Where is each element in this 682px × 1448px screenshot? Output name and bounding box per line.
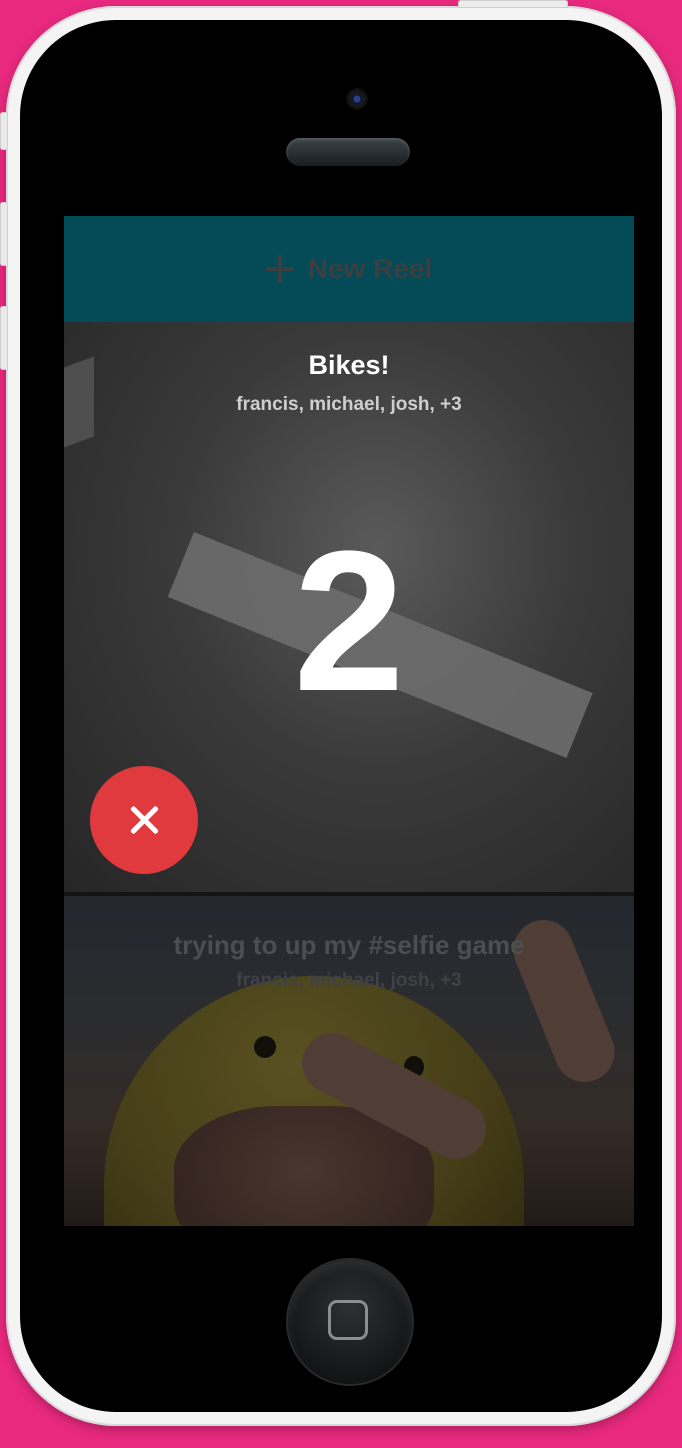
- reel-members: francis, michael, josh, +3: [236, 394, 462, 415]
- speaker-grille: [286, 138, 410, 166]
- new-reel-button[interactable]: New Reel: [265, 253, 433, 285]
- mute-switch: [0, 112, 8, 150]
- reel-card[interactable]: trying to up my #selfie game francis, mi…: [64, 896, 634, 1226]
- reel-members: francis, michael, josh, +3: [236, 970, 462, 991]
- camera-icon: [346, 88, 368, 110]
- reel-title: Bikes!: [308, 350, 390, 380]
- new-reel-label: New Reel: [307, 253, 433, 284]
- home-button[interactable]: [288, 1260, 412, 1384]
- reel-title: trying to up my #selfie game: [173, 930, 525, 960]
- app-screen: New Reel Bikes! francis, michael, josh, …: [64, 216, 634, 1226]
- close-icon: [128, 804, 160, 836]
- countdown-number: 2: [293, 510, 405, 733]
- volume-down-button: [0, 306, 8, 370]
- power-button: [458, 0, 568, 8]
- phone-bezel: New Reel Bikes! francis, michael, josh, …: [20, 20, 662, 1412]
- volume-up-button: [0, 202, 8, 266]
- header-bar: New Reel: [64, 216, 634, 322]
- app-stage: New Reel Bikes! francis, michael, josh, …: [0, 0, 682, 1448]
- home-square-icon: [328, 1300, 368, 1340]
- plus-icon: [265, 255, 294, 283]
- cancel-recording-button[interactable]: [90, 766, 198, 874]
- phone-frame: New Reel Bikes! francis, michael, josh, …: [0, 0, 676, 1426]
